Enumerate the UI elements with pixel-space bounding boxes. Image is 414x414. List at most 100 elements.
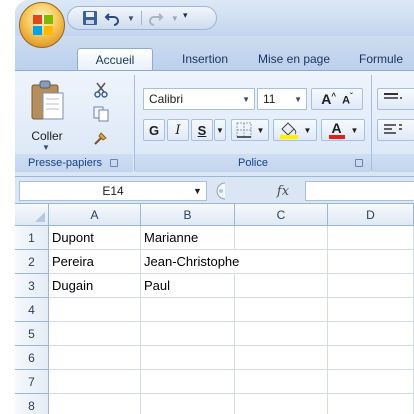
clipboard-launcher-icon[interactable] xyxy=(109,159,118,167)
tab-insertion[interactable]: Insertion xyxy=(163,48,247,70)
name-box-dropdown-icon[interactable]: ▼ xyxy=(193,186,202,196)
ribbon: Coller ▼ Presse-papiers Calibri ▼ 11 ▼ A… xyxy=(15,70,414,176)
cell-b4[interactable] xyxy=(141,298,235,322)
row-header[interactable]: 7 xyxy=(15,370,49,394)
cell-c8[interactable] xyxy=(235,394,328,414)
font-color-button[interactable]: A ▼ xyxy=(321,119,365,141)
row-header[interactable]: 1 xyxy=(15,226,49,250)
underline-button[interactable]: S xyxy=(191,119,213,141)
cell-c5[interactable] xyxy=(235,322,328,346)
cut-button[interactable] xyxy=(91,81,111,99)
cell-d8[interactable] xyxy=(328,394,414,414)
clipboard-group-label: Presse-papiers xyxy=(15,154,133,172)
tab-accueil[interactable]: Accueil xyxy=(77,48,153,70)
cell-c2[interactable] xyxy=(235,250,328,274)
cell-d4[interactable] xyxy=(328,298,414,322)
cell-d5[interactable] xyxy=(328,322,414,346)
font-launcher-icon[interactable] xyxy=(355,159,363,167)
cell-c1[interactable] xyxy=(235,226,328,250)
font-name-value: Calibri xyxy=(149,92,184,106)
font-size-combo[interactable]: 11 ▼ xyxy=(257,88,307,110)
cell-b1[interactable]: Marianne xyxy=(141,226,235,250)
cell-a6[interactable] xyxy=(49,346,141,370)
borders-dropdown-icon[interactable]: ▼ xyxy=(257,126,265,135)
insert-function-button[interactable]: fx xyxy=(263,181,303,201)
formula-input[interactable] xyxy=(305,181,414,201)
italic-button[interactable]: I xyxy=(167,119,189,141)
cell-d2[interactable] xyxy=(328,250,414,274)
customize-qat-icon[interactable]: ▾ xyxy=(183,10,188,21)
cell-b3[interactable]: Paul xyxy=(141,274,235,298)
formula-bar-splitter-icon[interactable] xyxy=(207,181,225,201)
font-size-value: 11 xyxy=(263,92,276,106)
select-all-button[interactable] xyxy=(15,204,49,226)
redo-icon[interactable] xyxy=(148,9,164,27)
row-header[interactable]: 2 xyxy=(15,250,49,274)
cell-c3[interactable] xyxy=(235,274,328,298)
cell-d6[interactable] xyxy=(328,346,414,370)
cell-a7[interactable] xyxy=(49,370,141,394)
column-header-a[interactable]: A xyxy=(49,204,141,226)
cell-a3[interactable]: Dugain xyxy=(49,274,141,298)
font-name-dropdown-icon[interactable]: ▼ xyxy=(242,95,250,104)
cell-d3[interactable] xyxy=(328,274,414,298)
paste-button[interactable]: Coller ▼ xyxy=(25,77,85,152)
bold-button[interactable]: G xyxy=(143,119,165,141)
row-header[interactable]: 8 xyxy=(15,394,49,414)
undo-dropdown-icon[interactable]: ▼ xyxy=(127,14,135,23)
undo-icon[interactable] xyxy=(104,9,120,27)
align-left-icon xyxy=(384,124,402,134)
align-left-button[interactable] xyxy=(377,119,414,141)
font-size-dropdown-icon[interactable]: ▼ xyxy=(294,95,302,104)
font-color-dropdown-icon[interactable]: ▼ xyxy=(351,126,359,135)
row-header[interactable]: 4 xyxy=(15,298,49,322)
grow-font-icon[interactable]: A^ xyxy=(321,91,336,107)
title-bar: ▼ ▼ ▾ xyxy=(15,0,414,36)
cell-d7[interactable] xyxy=(328,370,414,394)
fill-color-button[interactable]: ▼ xyxy=(273,119,317,141)
office-button[interactable] xyxy=(19,2,65,48)
cell-b7[interactable] xyxy=(141,370,235,394)
fill-color-dropdown-icon[interactable]: ▼ xyxy=(304,126,312,135)
cell-c7[interactable] xyxy=(235,370,328,394)
align-top-icon xyxy=(384,93,402,99)
row-header[interactable]: 3 xyxy=(15,274,49,298)
cell-a8[interactable] xyxy=(49,394,141,414)
redo-dropdown-icon[interactable]: ▼ xyxy=(171,14,179,23)
row-header[interactable]: 5 xyxy=(15,322,49,346)
align-top-button[interactable] xyxy=(377,88,414,110)
save-icon[interactable] xyxy=(82,9,98,27)
cell-b2[interactable]: Jean-Christophe xyxy=(141,250,239,274)
cell-b8[interactable] xyxy=(141,394,235,414)
borders-button[interactable]: ▼ xyxy=(231,119,269,141)
copy-icon xyxy=(93,106,109,122)
column-header-d[interactable]: D xyxy=(328,204,414,226)
cell-a1[interactable]: Dupont xyxy=(49,226,141,250)
ribbon-tabs: Accueil Insertion Mise en page Formule xyxy=(15,36,414,70)
paste-label: Coller xyxy=(31,129,63,143)
cell-c6[interactable] xyxy=(235,346,328,370)
cell-a4[interactable] xyxy=(49,298,141,322)
underline-dropdown-icon[interactable]: ▼ xyxy=(214,119,226,141)
copy-button[interactable] xyxy=(91,105,111,123)
tab-formule[interactable]: Formule xyxy=(359,48,414,70)
cell-a5[interactable] xyxy=(49,322,141,346)
format-painter-button[interactable] xyxy=(91,129,111,147)
paste-icon xyxy=(31,80,64,120)
column-header-c[interactable]: C xyxy=(235,204,328,226)
column-header-b[interactable]: B xyxy=(141,204,235,226)
clipboard-group-text: Presse-papiers xyxy=(28,157,102,169)
cell-b6[interactable] xyxy=(141,346,235,370)
row-header[interactable]: 6 xyxy=(15,346,49,370)
font-name-combo[interactable]: Calibri ▼ xyxy=(143,88,255,110)
cell-d1[interactable] xyxy=(328,226,414,250)
name-box[interactable]: E14 xyxy=(19,181,207,201)
cell-a2[interactable]: Pereira xyxy=(49,250,141,274)
cell-b5[interactable] xyxy=(141,322,235,346)
format-painter-icon xyxy=(94,132,107,145)
cell-c4[interactable] xyxy=(235,298,328,322)
paste-dropdown-icon[interactable]: ▼ xyxy=(42,143,50,152)
tab-mise-en-page[interactable]: Mise en page xyxy=(247,48,341,70)
excel-window: ▼ ▼ ▾ Accueil Insertion Mise en page For… xyxy=(15,0,414,414)
shrink-font-icon[interactable]: Aˇ xyxy=(342,92,353,107)
